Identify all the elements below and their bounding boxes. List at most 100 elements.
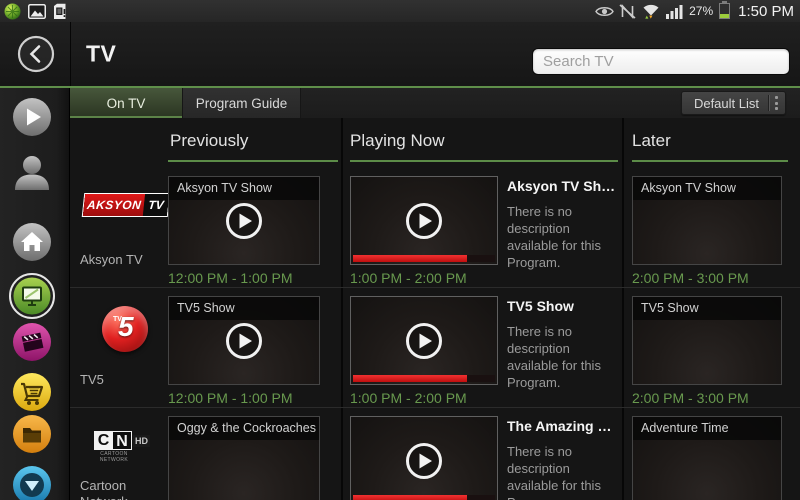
- progress-bar: [353, 375, 495, 382]
- program-thumbnail[interactable]: TV5 Show: [168, 296, 320, 385]
- sidebar-item-shop[interactable]: [12, 372, 52, 412]
- channel-row-aksyon-tv: AKSYONTV Aksyon TV Aksyon TV Show 12:00 …: [70, 168, 800, 288]
- column-header-previously: Previously: [170, 131, 248, 151]
- later-program-card[interactable]: Adventure Time: [632, 416, 782, 500]
- sidebar-item-downloads[interactable]: [12, 465, 52, 500]
- sidebar-item-movies[interactable]: [12, 322, 52, 362]
- program-time: 1:00 PM - 2:00 PM: [350, 390, 498, 406]
- search-input[interactable]: [532, 48, 790, 75]
- app-header: TV: [0, 22, 800, 88]
- play-circle-icon: [224, 201, 264, 241]
- channel-cell: TV5 TV5: [78, 288, 166, 407]
- download-icon: [12, 465, 52, 500]
- wifi-icon: [641, 3, 661, 19]
- program-thumbnail[interactable]: Adventure Time: [632, 416, 782, 500]
- sidebar-item-profile[interactable]: [12, 152, 52, 192]
- playing-now-info: TV5 Show There is no description availab…: [507, 298, 623, 392]
- app-screen: 27% 1:50 PM TV: [0, 0, 800, 500]
- channel-logo-cartoon-network: CNHD CARTOON NETWORK: [94, 431, 150, 450]
- status-time: 1:50 PM: [738, 3, 794, 20]
- program-thumbnail[interactable]: [350, 296, 498, 385]
- channel-row-cartoon-network: CNHD CARTOON NETWORK Cartoon Network Ogg…: [70, 408, 800, 500]
- app-notification-icon: [4, 3, 21, 20]
- tab-program-guide[interactable]: Program Guide: [183, 88, 301, 118]
- playing-now-info: The Amazing … There is no description av…: [507, 418, 623, 500]
- program-time: 12:00 PM - 1:00 PM: [168, 270, 320, 286]
- channel-row-tv5: TV5 TV5 TV5 Show 12:00 PM - 1:00 PM: [70, 288, 800, 408]
- playing-now-description: There is no description available for th…: [507, 323, 623, 392]
- person-icon: [12, 152, 52, 192]
- play-circle-icon: [404, 201, 444, 241]
- clapperboard-icon: [12, 322, 52, 362]
- program-time: 2:00 PM - 3:00 PM: [632, 270, 782, 286]
- playing-now-info: Aksyon TV Sh… There is no description av…: [507, 178, 623, 272]
- header-divider: [70, 22, 71, 86]
- program-thumbnail[interactable]: Aksyon TV Show: [168, 176, 320, 265]
- channel-logo-tv5: TV5: [102, 306, 148, 352]
- channel-cell: CNHD CARTOON NETWORK Cartoon Network: [78, 408, 166, 500]
- playing-now-title: Aksyon TV Sh…: [507, 178, 623, 194]
- program-thumbnail[interactable]: Oggy & the Cockroaches: [168, 416, 320, 500]
- cart-icon: [12, 372, 52, 412]
- program-title-overlay: TV5 Show: [633, 297, 781, 320]
- program-thumbnail[interactable]: [350, 416, 498, 500]
- later-program-card[interactable]: Aksyon TV Show 2:00 PM - 3:00 PM: [632, 176, 782, 286]
- playing-now-program-card[interactable]: 1:00 PM - 2:00 PM: [350, 296, 498, 406]
- playing-now-title: TV5 Show: [507, 298, 623, 314]
- previously-program-card[interactable]: TV5 Show 12:00 PM - 1:00 PM: [168, 296, 320, 406]
- back-button[interactable]: [17, 35, 55, 73]
- list-selector-dropdown[interactable]: Default List: [681, 91, 786, 115]
- status-notification-icons: [4, 3, 68, 20]
- program-time: 12:00 PM - 1:00 PM: [168, 390, 320, 406]
- list-selector-label: Default List: [694, 96, 759, 111]
- sidebar: [0, 88, 70, 500]
- play-button[interactable]: [351, 417, 497, 500]
- channel-name: Cartoon Network: [80, 478, 160, 500]
- play-button[interactable]: [351, 177, 497, 264]
- playing-now-program-card[interactable]: [350, 416, 498, 500]
- playing-now-description: There is no description available for th…: [507, 203, 623, 272]
- program-time: 1:00 PM - 2:00 PM: [350, 270, 498, 286]
- gallery-notification-icon: [28, 4, 46, 19]
- program-time: 2:00 PM - 3:00 PM: [632, 390, 782, 406]
- program-title-overlay: Oggy & the Cockroaches: [169, 417, 319, 440]
- spinner-handle-icon: [775, 96, 778, 110]
- playing-now-program-card[interactable]: 1:00 PM - 2:00 PM: [350, 176, 498, 286]
- sidebar-item-media[interactable]: [12, 97, 52, 137]
- page-title: TV: [86, 41, 116, 68]
- play-button[interactable]: [351, 297, 497, 384]
- sidebar-item-home[interactable]: [12, 222, 52, 262]
- play-button[interactable]: [169, 297, 319, 384]
- channel-name: Aksyon TV: [80, 252, 160, 268]
- later-program-card[interactable]: TV5 Show 2:00 PM - 3:00 PM: [632, 296, 782, 406]
- play-button[interactable]: [169, 177, 319, 264]
- tab-on-tv[interactable]: On TV: [70, 88, 183, 118]
- program-thumbnail[interactable]: [350, 176, 498, 265]
- channel-logo-aksyon: AKSYONTV: [83, 194, 169, 216]
- battery-icon: [719, 3, 730, 19]
- nfc-off-icon: [619, 4, 636, 19]
- channel-name: TV5: [80, 372, 160, 388]
- sidebar-item-files[interactable]: [12, 414, 52, 454]
- signal-strength-icon: [666, 4, 684, 19]
- program-thumbnail[interactable]: Aksyon TV Show: [632, 176, 782, 265]
- status-bar[interactable]: 27% 1:50 PM: [0, 0, 800, 22]
- back-chevron-icon: [17, 35, 55, 73]
- previously-program-card[interactable]: Aksyon TV Show 12:00 PM - 1:00 PM: [168, 176, 320, 286]
- home-icon: [12, 222, 52, 262]
- play-icon: [12, 97, 52, 137]
- tab-bar: On TV Program Guide Default List: [70, 88, 800, 118]
- channel-cell: AKSYONTV Aksyon TV: [78, 168, 166, 287]
- play-circle-icon: [404, 321, 444, 361]
- progress-bar: [353, 495, 495, 500]
- sim-alert-icon: [53, 3, 68, 20]
- sidebar-item-live-tv[interactable]: [9, 273, 55, 319]
- folder-icon: [12, 414, 52, 454]
- tv-icon: [9, 273, 55, 319]
- previously-program-card[interactable]: Oggy & the Cockroaches: [168, 416, 320, 500]
- play-circle-icon: [224, 321, 264, 361]
- status-system-icons: 27% 1:50 PM: [595, 3, 794, 20]
- play-circle-icon: [404, 441, 444, 481]
- program-thumbnail[interactable]: TV5 Show: [632, 296, 782, 385]
- program-title-overlay: Aksyon TV Show: [633, 177, 781, 200]
